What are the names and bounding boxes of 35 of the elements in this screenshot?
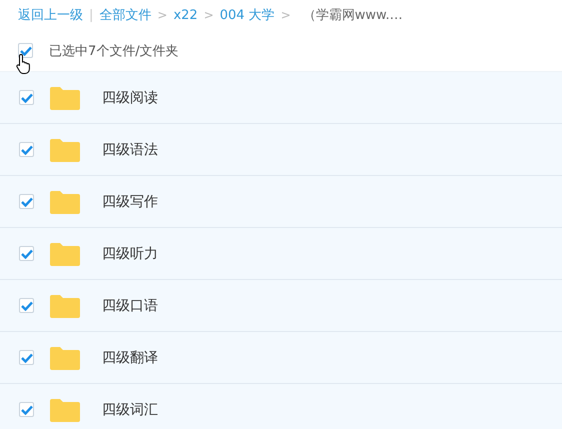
checkbox[interactable] <box>19 142 34 157</box>
file-row[interactable]: 四级阅读 <box>0 72 562 124</box>
breadcrumb-separator: > <box>157 8 168 22</box>
folder-name: 四级口语 <box>102 296 158 314</box>
file-row[interactable]: 四级词汇 <box>0 384 562 429</box>
folder-name: 四级阅读 <box>102 88 158 106</box>
breadcrumb-separator: > <box>280 8 291 22</box>
breadcrumb-link[interactable]: （学霸网www.… <box>302 6 403 24</box>
checkbox[interactable] <box>19 246 34 261</box>
checkbox[interactable] <box>19 90 34 105</box>
file-row[interactable]: 四级翻译 <box>0 332 562 384</box>
selection-count: 已选中7个文件/文件夹 <box>49 42 179 60</box>
file-row[interactable]: 四级写作 <box>0 176 562 228</box>
folder-icon <box>50 346 80 370</box>
folder-icon <box>50 138 80 162</box>
folder-name: 四级语法 <box>102 140 158 158</box>
checkbox[interactable] <box>19 298 34 313</box>
folder-icon <box>50 86 80 110</box>
file-row[interactable]: 四级语法 <box>0 124 562 176</box>
divider-text: | <box>89 8 94 22</box>
folder-icon <box>50 294 80 318</box>
folder-icon <box>50 190 80 214</box>
folder-name: 四级词汇 <box>102 400 158 418</box>
file-row[interactable]: 四级口语 <box>0 280 562 332</box>
hand-cursor-icon <box>16 53 32 75</box>
file-row[interactable]: 四级听力 <box>0 228 562 280</box>
folder-name: 四级翻译 <box>102 348 158 366</box>
folder-name: 四级写作 <box>102 192 158 210</box>
checkbox[interactable] <box>19 350 34 365</box>
folder-icon <box>50 398 80 422</box>
checkbox[interactable] <box>19 194 34 209</box>
checkbox[interactable] <box>19 402 34 417</box>
folder-icon <box>50 242 80 266</box>
breadcrumb-separator: > <box>204 8 214 22</box>
folder-name: 四级听力 <box>102 244 158 262</box>
